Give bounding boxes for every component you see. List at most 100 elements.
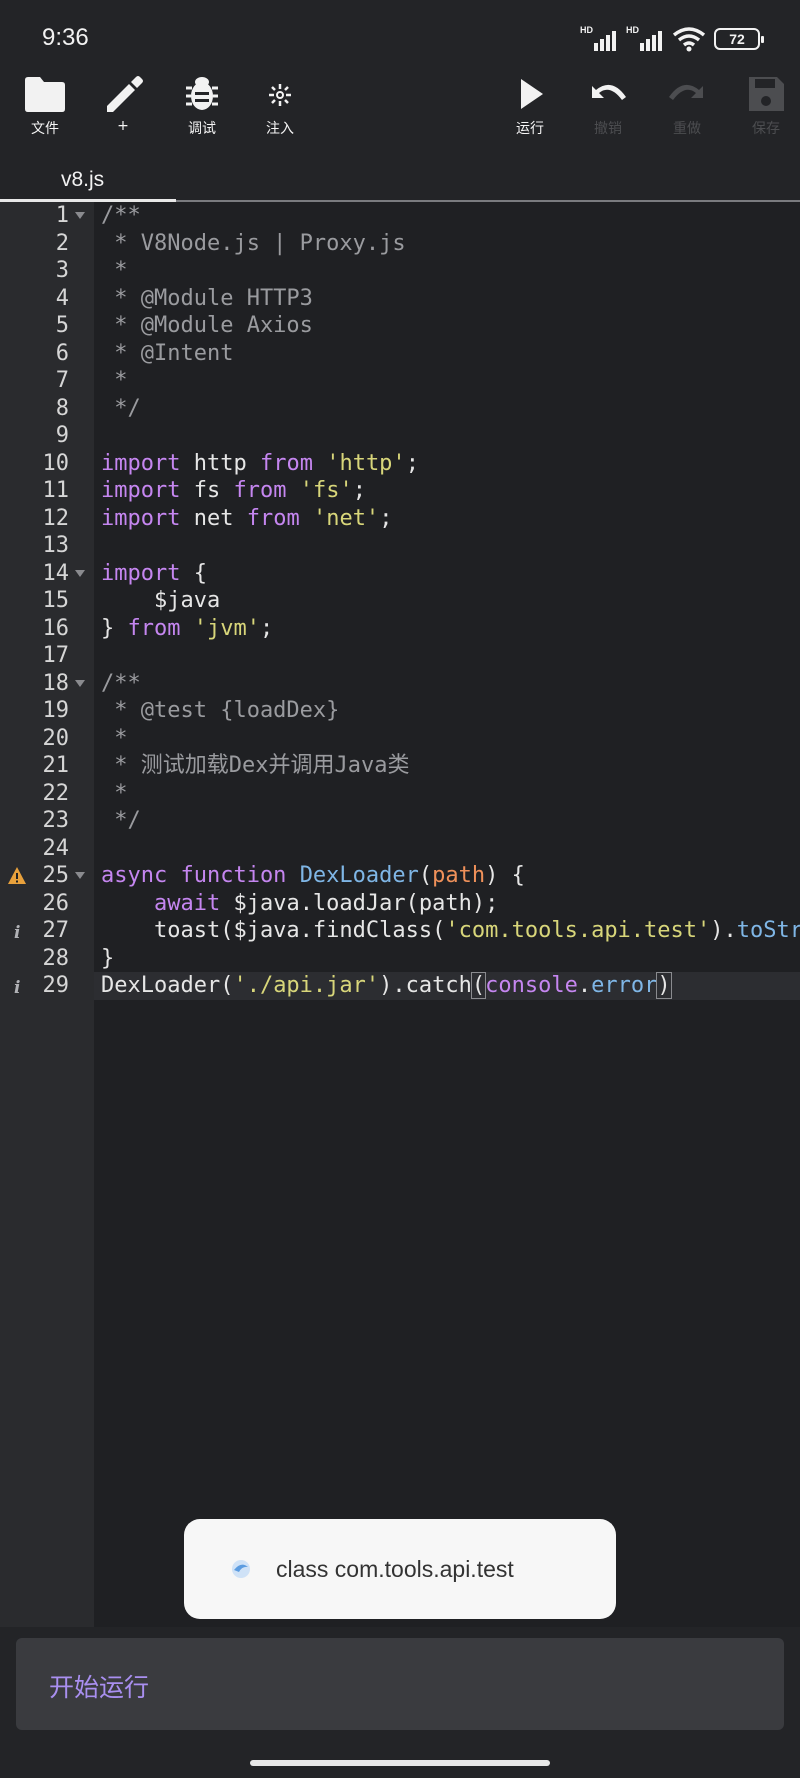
code-text: import { bbox=[101, 560, 207, 586]
debug-label: 调试 bbox=[188, 121, 216, 137]
line-number: 19 bbox=[42, 698, 70, 723]
code-text: * bbox=[101, 368, 128, 393]
line-number: 29 bbox=[42, 973, 70, 998]
code-text: import fs from 'fs'; bbox=[101, 478, 366, 503]
code-line: 26 await $java.loadJar(path); bbox=[0, 890, 800, 918]
line-number: 25 bbox=[42, 863, 70, 888]
fold-arrow-icon[interactable] bbox=[75, 212, 85, 219]
toast-text: class com.tools.api.test bbox=[276, 1555, 514, 1582]
tab-label: v8.js bbox=[61, 168, 105, 191]
line-number: 15 bbox=[42, 588, 70, 613]
undo-label: 撤销 bbox=[594, 121, 622, 137]
line-number: 8 bbox=[55, 395, 69, 421]
code-line: 23 */ bbox=[0, 807, 800, 835]
run-button[interactable]: 运行 bbox=[493, 70, 567, 150]
line-number: 24 bbox=[42, 835, 70, 861]
toast-notification: class com.tools.api.test bbox=[184, 1519, 616, 1619]
code-line: 11 import fs from 'fs'; bbox=[0, 477, 800, 505]
save-label: 保存 bbox=[752, 121, 780, 137]
fold-arrow-icon[interactable] bbox=[75, 569, 85, 577]
signal-icon: HD bbox=[580, 25, 618, 53]
line-number: 20 bbox=[42, 725, 70, 751]
code-line: 1 /** bbox=[0, 202, 800, 230]
code-line: 7 * bbox=[0, 367, 800, 395]
code-line: 24 bbox=[0, 835, 800, 863]
save-button[interactable]: 保存 bbox=[729, 70, 800, 150]
add-button[interactable]: + bbox=[86, 70, 160, 150]
code-line: 9 bbox=[0, 422, 800, 450]
code-editor[interactable]: 1 /** 2 * V8Node.js | Proxy.js 3 * 4 * @… bbox=[0, 202, 800, 1627]
start-run-label: 开始运行 bbox=[49, 1673, 150, 1702]
code-text: * bbox=[101, 258, 128, 283]
code-line: 20 * bbox=[0, 725, 800, 753]
code-text: * @Module Axios bbox=[101, 313, 313, 338]
line-number: 12 bbox=[42, 505, 70, 531]
line-number: 27 bbox=[42, 918, 70, 943]
line-number: 3 bbox=[55, 258, 69, 283]
code-line: 25 async function DexLoader(path) { bbox=[0, 862, 800, 890]
svg-text:i: i bbox=[14, 978, 20, 996]
run-label: 运行 bbox=[516, 121, 544, 137]
redo-button[interactable]: 重做 bbox=[650, 70, 724, 150]
code-text: toast($java.findClass('com.tools.api.tes… bbox=[101, 918, 800, 943]
signal-icon: HD bbox=[626, 25, 664, 53]
home-indicator[interactable] bbox=[250, 1760, 550, 1766]
code-text: * 测试加载Dex并调用Java类 bbox=[101, 753, 410, 778]
code-text: import net from 'net'; bbox=[101, 505, 393, 531]
play-icon bbox=[521, 79, 543, 109]
code-line: 8 */ bbox=[0, 395, 800, 423]
code-line: 18 /** bbox=[0, 670, 800, 698]
fold-arrow-icon[interactable] bbox=[75, 679, 85, 687]
file-button[interactable]: 文件 bbox=[8, 70, 82, 150]
inject-button[interactable]: 注入 bbox=[243, 70, 317, 150]
line-number: 10 bbox=[42, 450, 70, 476]
tab-bar: v8.js bbox=[0, 160, 800, 203]
line-number: 2 bbox=[55, 230, 69, 256]
line-number: 6 bbox=[55, 340, 69, 366]
debug-button[interactable]: 调试 bbox=[165, 70, 239, 150]
code-text: * @Intent bbox=[101, 340, 234, 366]
inject-label: 注入 bbox=[266, 121, 294, 137]
status-icons: HD HD 72 bbox=[580, 24, 764, 54]
line-number: 28 bbox=[42, 945, 70, 971]
code-line: 3 * bbox=[0, 257, 800, 285]
code-text: } from 'jvm'; bbox=[101, 615, 274, 641]
code-line: 15 $java bbox=[0, 587, 800, 615]
code-line: 2 * V8Node.js | Proxy.js bbox=[0, 230, 800, 258]
line-number: 18 bbox=[42, 670, 70, 696]
code-text: * bbox=[101, 725, 128, 751]
code-line-active: i 29 DexLoader('./api.jar').catch(consol… bbox=[0, 972, 800, 1000]
code-text: import http from 'http'; bbox=[101, 450, 419, 476]
code-text: * V8Node.js | Proxy.js bbox=[101, 230, 406, 256]
code-line: 6 * @Intent bbox=[0, 340, 800, 368]
line-number: 21 bbox=[42, 753, 70, 778]
line-number: 23 bbox=[42, 808, 70, 833]
line-number: 9 bbox=[55, 423, 69, 448]
start-run-button[interactable]: 开始运行 bbox=[16, 1638, 784, 1730]
code-line: 21 * 测试加载Dex并调用Java类 bbox=[0, 752, 800, 780]
code-line: 16 } from 'jvm'; bbox=[0, 615, 800, 643]
battery-icon: 72 bbox=[714, 28, 764, 50]
hd-label: HD bbox=[580, 25, 593, 35]
undo-button[interactable]: 撤销 bbox=[571, 70, 645, 150]
code-text: * bbox=[101, 780, 128, 806]
code-line: 19 * @test {loadDex} bbox=[0, 697, 800, 725]
status-bar: 9:36 HD HD 72 bbox=[0, 0, 800, 70]
line-number: 5 bbox=[55, 313, 69, 338]
code-text: DexLoader('./api.jar').catch(console.err… bbox=[94, 972, 800, 1000]
bug-icon bbox=[186, 77, 218, 110]
code-line: 22 * bbox=[0, 780, 800, 808]
file-label: 文件 bbox=[31, 121, 59, 137]
code-line: 17 bbox=[0, 642, 800, 670]
fold-arrow-icon[interactable] bbox=[75, 872, 85, 879]
app-icon bbox=[232, 1560, 250, 1578]
code-line: 4 * @Module HTTP3 bbox=[0, 285, 800, 313]
status-time: 9:36 bbox=[42, 24, 89, 51]
code-text: * @Module HTTP3 bbox=[101, 285, 313, 311]
code-line: 5 * @Module Axios bbox=[0, 312, 800, 340]
line-number: 17 bbox=[42, 643, 70, 668]
tab-v8-js[interactable]: v8.js bbox=[0, 160, 176, 203]
line-number: 1 bbox=[55, 203, 69, 228]
